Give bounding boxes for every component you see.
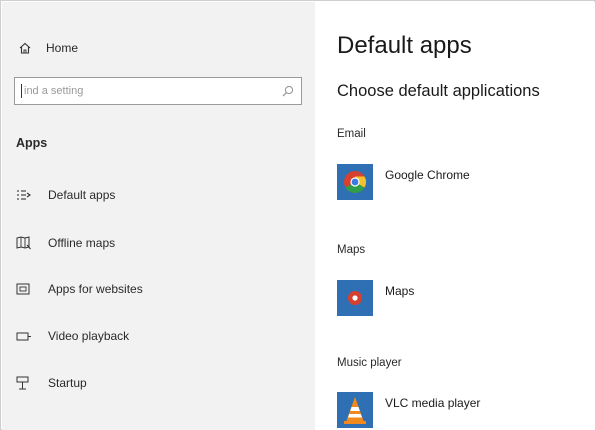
chrome-icon — [337, 164, 373, 200]
sidebar: Home Apps — [2, 2, 315, 430]
startup-icon — [16, 376, 32, 390]
sidebar-item-offline-maps[interactable]: Offline maps — [16, 232, 115, 254]
default-maps-app-button[interactable]: Maps — [337, 280, 414, 316]
category-label-maps: Maps — [337, 244, 366, 256]
sidebar-item-video-playback[interactable]: Video playback — [16, 325, 129, 347]
search-input[interactable] — [24, 85, 281, 97]
search-icon[interactable] — [281, 84, 295, 98]
page-title: Default apps — [337, 32, 472, 59]
sidebar-item-label: Startup — [48, 376, 87, 390]
app-name: VLC media player — [385, 396, 481, 410]
sidebar-item-apps-for-websites[interactable]: Apps for websites — [16, 278, 143, 300]
main-panel: Default apps Choose default applications… — [315, 2, 595, 430]
websites-icon — [16, 282, 32, 296]
sidebar-item-default-apps[interactable]: Default apps — [16, 184, 115, 206]
sidebar-item-label: Offline maps — [48, 236, 116, 250]
sidebar-item-label: Video playback — [48, 329, 130, 343]
sidebar-item-label: Apps for websites — [48, 282, 143, 296]
default-music-app-button[interactable]: VLC media player — [337, 392, 480, 428]
sidebar-item-label: Default apps — [48, 188, 116, 202]
sidebar-item-startup[interactable]: Startup — [16, 372, 87, 394]
search-box[interactable] — [14, 77, 302, 105]
offline-maps-icon — [16, 236, 32, 250]
app-name: Maps — [385, 284, 415, 298]
section-title-apps: Apps — [16, 136, 48, 150]
list-icon — [16, 188, 32, 202]
category-label-email: Email — [337, 128, 366, 140]
home-label: Home — [46, 41, 79, 55]
home-icon — [18, 41, 32, 55]
page-subtitle: Choose default applications — [337, 82, 540, 100]
vlc-icon — [337, 392, 373, 428]
video-icon — [16, 329, 32, 343]
settings-window: Home Apps — [0, 0, 595, 430]
maps-icon — [337, 280, 373, 316]
text-cursor — [21, 84, 22, 98]
home-link[interactable]: Home — [18, 38, 78, 58]
category-label-music-player: Music player — [337, 357, 402, 369]
default-email-app-button[interactable]: Google Chrome — [337, 164, 470, 200]
app-name: Google Chrome — [385, 168, 470, 182]
